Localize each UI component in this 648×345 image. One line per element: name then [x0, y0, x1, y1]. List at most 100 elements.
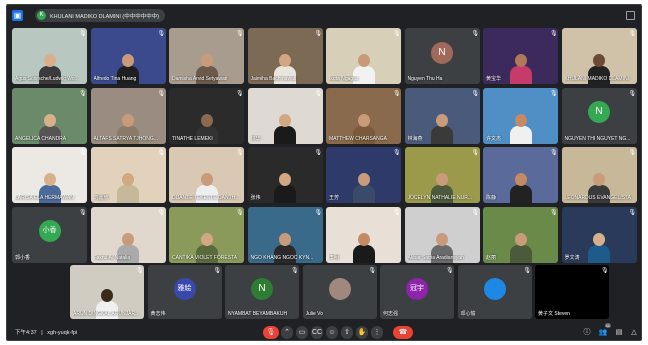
activities-icon[interactable]: △ — [628, 326, 640, 339]
emoji-button[interactable]: ☺ — [326, 326, 338, 339]
participant-name: DUANTE TEKESTE DANTHAN — [172, 195, 241, 201]
participant-tile[interactable]: 🎙 Julie Vo — [302, 265, 377, 319]
participant-name: MATTHEW CHARSANGA — [329, 135, 387, 142]
participant-tile[interactable]: 🎙 LARISA ELA HERMAWAN — [12, 147, 87, 203]
chat-icon[interactable]: ▤ — [613, 326, 625, 339]
participant-name: Ikuta Ngagas — [329, 76, 359, 82]
participant-avatar — [483, 277, 506, 300]
participant-tile[interactable]: 🎙 黄宝华 — [483, 28, 558, 84]
mic-muted-icon: 🎙 — [393, 209, 401, 216]
participant-tile[interactable]: 🎙 罗文涛 — [561, 206, 637, 263]
participant-name: Jaimiha Bachmawati — [250, 76, 297, 82]
mic-muted-icon: 🎙 — [79, 150, 87, 156]
mic-muted-icon: 🎙 — [314, 150, 323, 156]
camera-button[interactable]: ▭ — [296, 326, 308, 339]
meet-icon: ▣ — [12, 10, 23, 21]
participant-tile[interactable]: 🎙 Jaimiha Bachmawati — [247, 28, 323, 84]
participant-name: 黄子文 Steven — [538, 311, 570, 317]
participant-tile[interactable]: 🎙 林海燕 — [404, 87, 480, 144]
mic-muted-icon: 🎙 — [628, 209, 637, 216]
participant-grid: 🎙 Agus Scorsche/Ludwig Wo... 🎙 Alfredo Tina… — [12, 28, 640, 264]
participant-tile[interactable]: 🎙 DUANTE TEKESTE DANTHAN — [169, 147, 244, 203]
participant-name: 黄宝华 — [486, 76, 502, 82]
fullscreen-icon[interactable] — [626, 11, 635, 20]
participant-tile[interactable]: 🎙 邓心愉 — [457, 265, 532, 319]
participant-name: JOCELYN NATHALIE NUR... — [407, 195, 473, 201]
mic-muted-icon: 🎙 — [79, 31, 87, 37]
participant-tile[interactable]: 🎙 CANTIKA VIOLET FORESTA — [169, 206, 244, 263]
participant-tile[interactable]: 🎙 许文杰 — [483, 87, 558, 144]
participant-tile[interactable]: 🎙 黄子文 Steven — [535, 265, 609, 319]
mic-muted-icon: 🎙 — [550, 31, 558, 37]
participant-tile[interactable]: 🎙 王芳 — [326, 147, 401, 203]
mic-off-button[interactable]: 🎙 — [263, 326, 279, 339]
participant-tile[interactable]: 🎙 KHULANI MADIKO DLAMINI — [561, 28, 637, 84]
participant-tile[interactable]: 🎙 Agus Scorsche/Ludwig Wo... — [12, 28, 87, 84]
participant-avatar: N — [588, 101, 610, 124]
participant-tile[interactable]: 小香 🎙 郭小香 — [12, 206, 87, 263]
top-bar: ▣ K KHULANI MADIKO DLAMINI (中中中中中中) — [7, 5, 641, 26]
more-options-button[interactable]: ⋮ — [371, 326, 383, 339]
participant-tile[interactable]: N 🎙 NYAMBAT BEYAMBAKUH — [225, 265, 299, 319]
participant-avatar: 小香 — [38, 220, 61, 243]
mic-muted-icon: 🎙 — [628, 31, 637, 37]
participant-name: Agus Scorsche/Ludwig Wo... — [15, 76, 79, 82]
participant-name: 邓心愉 — [460, 311, 476, 317]
participant-name: 林海燕 — [407, 135, 423, 142]
participant-tile[interactable]: 🎙 ALTAFS SATRYA TJHONG... — [90, 87, 166, 144]
participant-tile[interactable]: N 🎙 Nguyen Thu Ha — [404, 28, 480, 84]
presenter-pill[interactable]: K KHULANI MADIKO DLAMINI (中中中中中中) — [35, 9, 166, 22]
participant-strip: 🎙 ARUN DINGKAL ARUNJAR... 雅絵 🎙 黄志伟 N 🎙 NYAMBAT … — [70, 265, 610, 319]
participant-tile[interactable]: 雅絵 🎙 黄志伟 — [147, 265, 222, 319]
people-icon[interactable]: 👥 41 — [597, 323, 611, 339]
participant-tile[interactable]: 冠宇 🎙 何志强 — [380, 265, 454, 319]
mic-muted-icon: 🎙 — [550, 209, 558, 216]
participant-tile[interactable]: 🎙 赵丽 — [483, 206, 558, 263]
participant-tile[interactable]: 🎙 Fakrul A. Natalia — [90, 206, 166, 263]
participant-tile[interactable]: 🎙 MATTHEW CHARSANGA — [326, 87, 401, 144]
captions-button[interactable]: CC — [311, 326, 323, 339]
participant-tile[interactable]: 🎙 Alfredo Tina Huang — [90, 28, 166, 84]
participant-name: 许文杰 — [486, 135, 502, 142]
participant-tile[interactable]: 🎙 LEONARDUS EVANGELISTA — [561, 147, 637, 203]
participant-tile[interactable]: 🎙 张伟 — [247, 147, 323, 203]
participant-tile[interactable]: 🎙 Damisha Arvid Setyawati — [169, 28, 244, 84]
mic-muted-icon: 🎙 — [393, 150, 401, 156]
info-icon[interactable]: ⓘ — [581, 326, 593, 339]
clock-time: 下午4:37 — [15, 330, 37, 336]
participant-tile[interactable]: 🎙 ANGELICA CHANDRA — [12, 87, 87, 144]
participant-name: 陈静 — [486, 195, 497, 201]
meeting-code: xgh-yuqk-fpi — [47, 330, 78, 336]
mic-muted-icon: 🎙 — [471, 31, 480, 37]
participant-name: ARUN DINGKAL ARUNJAR... — [73, 311, 140, 317]
participant-tile[interactable]: 🎙 Akbar Satria Aradiansyah — [404, 206, 480, 263]
mic-options-button[interactable]: ⌃ — [281, 326, 293, 339]
meeting-info: 下午4:37 | xgh-yuqk-fpi — [15, 328, 77, 336]
participant-name: Damisha Arvid Setyawati — [172, 76, 228, 82]
participant-name: CANTIKA VIOLET FORESTA — [172, 254, 238, 261]
participant-tile[interactable]: N 🎙 NGUYEN THI NGUYET NG... — [561, 87, 637, 144]
end-call-button[interactable]: ☎ — [393, 326, 413, 339]
participant-tile[interactable]: 🎙 陈静 — [483, 147, 558, 203]
mic-muted-icon: 🎙 — [471, 150, 480, 156]
participant-tile[interactable]: 🎙 JOCELYN NATHALIE NUR... — [404, 147, 480, 203]
mic-muted-icon: 🎙 — [136, 268, 144, 274]
mic-muted-icon: 🎙 — [471, 209, 480, 216]
participants-badge: 41 — [604, 323, 611, 328]
present-button[interactable]: ⇧ — [341, 326, 353, 339]
participant-name: 张伟 — [250, 195, 261, 201]
mic-muted-icon: 🎙 — [236, 150, 244, 156]
participant-tile[interactable]: 🎙 ARUN DINGKAL ARUNJAR... — [70, 265, 144, 319]
mic-muted-icon: 🎙 — [236, 209, 244, 216]
participant-tile[interactable]: 🎙 Ikuta Ngagas — [326, 28, 401, 84]
participant-tile[interactable]: 🎙 NGO KHANG NGOC KYN... — [247, 206, 323, 263]
participant-tile[interactable]: 🎙 刘嘉欣 — [90, 147, 166, 203]
mic-muted-icon: 🎙 — [393, 31, 401, 37]
mic-muted-icon: 🎙 — [157, 90, 166, 97]
mic-muted-icon: 🎙 — [368, 268, 377, 274]
mic-muted-icon: 🎙 — [446, 268, 454, 274]
participant-tile[interactable]: 🎙 林华 — [247, 87, 323, 144]
raise-hand-button[interactable]: ✋ — [356, 326, 368, 339]
participant-tile[interactable]: 🎙 李明 — [326, 206, 401, 263]
participant-tile[interactable]: 🎙 TINATHE LEMEKI — [169, 87, 244, 144]
